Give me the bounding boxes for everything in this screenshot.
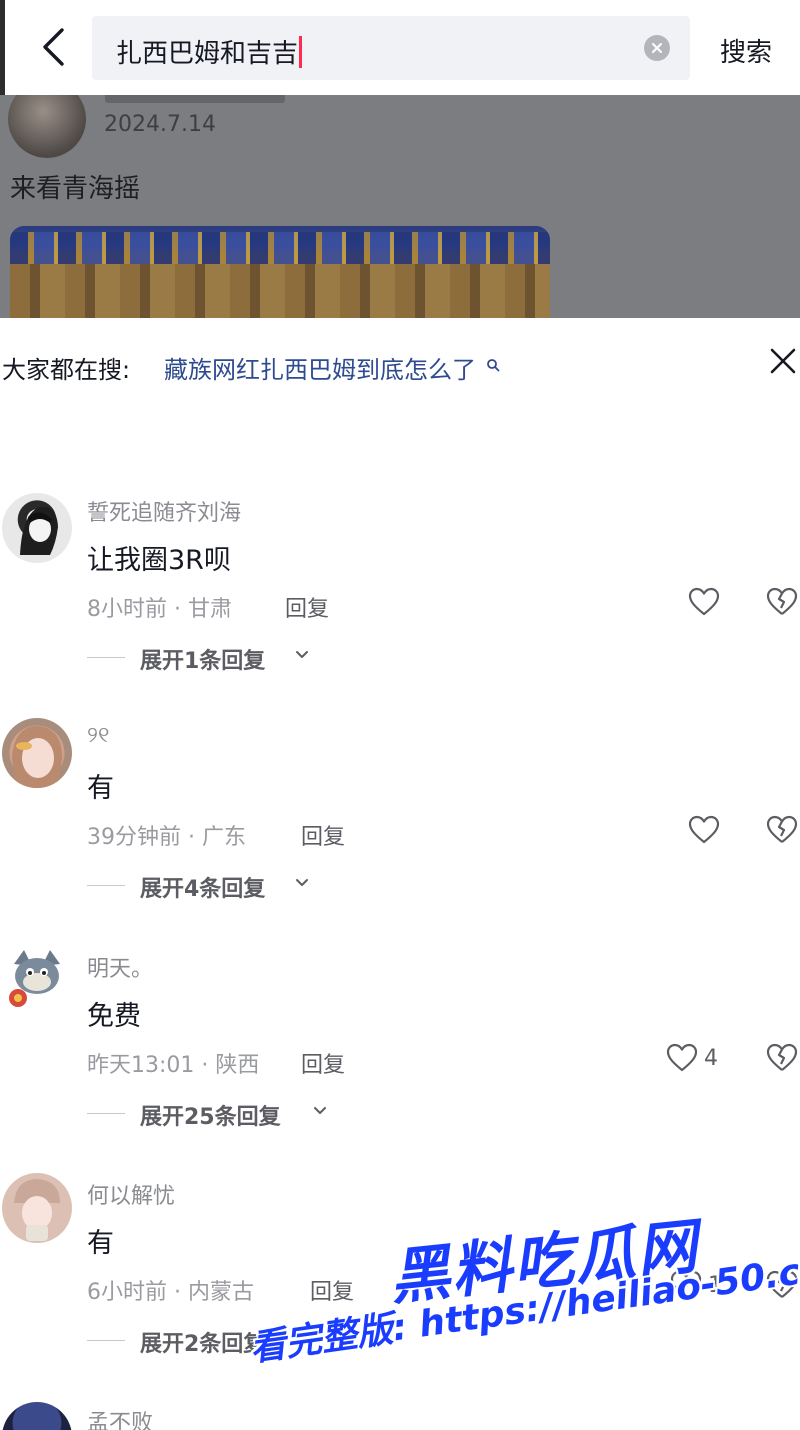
window-edge bbox=[0, 0, 5, 95]
avatar[interactable] bbox=[2, 718, 72, 788]
suggested-search-link[interactable]: 藏族网红扎西巴姆到底怎么了 bbox=[164, 350, 500, 385]
comment-text: 有 bbox=[87, 1228, 114, 1259]
avatar-illustration bbox=[14, 1179, 60, 1241]
avatar-illustration bbox=[20, 506, 58, 555]
search-query-value: 扎西巴姆和吉吉 bbox=[116, 39, 299, 69]
avatar[interactable] bbox=[2, 1173, 72, 1243]
post-image bbox=[10, 226, 550, 318]
post-author-name bbox=[105, 95, 285, 103]
expand-divider bbox=[87, 885, 125, 886]
reply-button[interactable]: 回复 bbox=[285, 591, 329, 623]
comment-item: 孟不败 bbox=[0, 1400, 800, 1430]
chevron-down-icon bbox=[296, 651, 308, 658]
like-count: 4 bbox=[704, 1046, 718, 1071]
chevron-down-icon bbox=[296, 879, 308, 886]
avatar-illustration bbox=[9, 950, 60, 1007]
broken-heart-icon bbox=[766, 815, 798, 843]
close-icon bbox=[652, 43, 662, 53]
heart-icon bbox=[666, 1043, 698, 1072]
text-cursor bbox=[299, 36, 303, 68]
expand-divider bbox=[87, 1113, 125, 1114]
dislike-button[interactable] bbox=[766, 815, 798, 845]
dislike-button[interactable] bbox=[766, 1043, 798, 1073]
close-suggestion-button[interactable] bbox=[766, 344, 800, 378]
expand-replies-button[interactable]: 展开4条回复 bbox=[87, 871, 327, 902]
search-icon bbox=[486, 359, 500, 372]
avatar-illustration bbox=[12, 726, 62, 788]
expand-replies-label: 展开1条回复 bbox=[140, 649, 266, 674]
chevron-left-icon bbox=[43, 28, 64, 66]
comment-text: 让我圈3R呗 bbox=[87, 545, 231, 576]
expand-replies-label: 展开25条回复 bbox=[140, 1105, 281, 1130]
avatar[interactable] bbox=[2, 1402, 72, 1430]
expand-replies-button[interactable]: 展开25条回复 bbox=[87, 1099, 347, 1130]
expand-divider bbox=[87, 657, 125, 658]
comment-meta: 39分钟前 · 广东 bbox=[87, 825, 246, 850]
heart-icon bbox=[688, 587, 720, 616]
background-post: 2024.7.14 来看青海摇 bbox=[0, 95, 800, 318]
clear-search-button[interactable] bbox=[644, 35, 670, 61]
avatar[interactable] bbox=[2, 946, 72, 1016]
expand-replies-label: 展开2条回复 bbox=[140, 1332, 266, 1357]
comment-meta: 6小时前 · 内蒙古 bbox=[87, 1280, 254, 1305]
back-button[interactable] bbox=[30, 22, 76, 72]
suggested-search-label: 大家都在搜: bbox=[2, 356, 131, 384]
dislike-button[interactable] bbox=[766, 587, 798, 617]
post-date: 2024.7.14 bbox=[104, 112, 216, 137]
comment-text: 免费 bbox=[87, 1001, 141, 1032]
comment-meta: 8小时前 · 甘肃 bbox=[87, 597, 232, 622]
reply-button[interactable]: 回复 bbox=[301, 819, 345, 851]
comment-text: 有 bbox=[87, 773, 114, 804]
broken-heart-icon bbox=[766, 587, 798, 615]
heart-icon bbox=[688, 815, 720, 844]
comment-item: 誓死追随齐刘海 让我圈3R呗 8小时前 · 甘肃 回复 展开1条回复 bbox=[0, 490, 800, 680]
comment-username[interactable]: ୨୧ bbox=[87, 723, 109, 748]
search-button[interactable]: 搜索 bbox=[720, 32, 772, 69]
post-text: 来看青海摇 bbox=[10, 174, 141, 204]
reply-button[interactable]: 回复 bbox=[310, 1274, 354, 1306]
expand-replies-button[interactable]: 展开1条回复 bbox=[87, 643, 327, 674]
search-query-text[interactable]: 扎西巴姆和吉吉 bbox=[116, 33, 303, 70]
expand-divider bbox=[87, 1340, 125, 1341]
post-author-avatar bbox=[8, 95, 86, 158]
search-header: 扎西巴姆和吉吉 搜索 bbox=[0, 0, 800, 95]
comment-username[interactable]: 何以解忧 bbox=[87, 1178, 175, 1210]
comment-meta: 昨天13:01 · 陕西 bbox=[87, 1053, 260, 1078]
search-input[interactable]: 扎西巴姆和吉吉 bbox=[92, 16, 690, 80]
reply-button[interactable]: 回复 bbox=[301, 1047, 345, 1079]
comment-username[interactable]: 誓死追随齐刘海 bbox=[87, 495, 241, 527]
like-button[interactable] bbox=[688, 815, 720, 845]
suggested-search-query: 藏族网红扎西巴姆到底怎么了 bbox=[164, 356, 476, 384]
broken-heart-icon bbox=[766, 1043, 798, 1071]
comment-item: ୨୧ 有 39分钟前 · 广东 回复 展开4条回复 bbox=[0, 718, 800, 908]
comment-username[interactable]: 明天。 bbox=[87, 951, 153, 983]
avatar[interactable] bbox=[2, 493, 72, 563]
suggested-search-row: 大家都在搜: 藏族网红扎西巴姆到底怎么了 bbox=[0, 340, 800, 386]
post-image-pattern bbox=[10, 232, 550, 264]
chevron-down-icon bbox=[314, 1107, 326, 1114]
comment-username[interactable]: 孟不败 bbox=[87, 1405, 153, 1430]
like-button[interactable] bbox=[666, 1043, 698, 1073]
expand-replies-label: 展开4条回复 bbox=[140, 877, 266, 902]
like-button[interactable] bbox=[688, 587, 720, 617]
comment-item: 明天。 免费 昨天13:01 · 陕西 回复 4 展开25条回复 bbox=[0, 946, 800, 1136]
close-icon bbox=[770, 348, 796, 374]
post-image-curtain bbox=[10, 264, 550, 318]
